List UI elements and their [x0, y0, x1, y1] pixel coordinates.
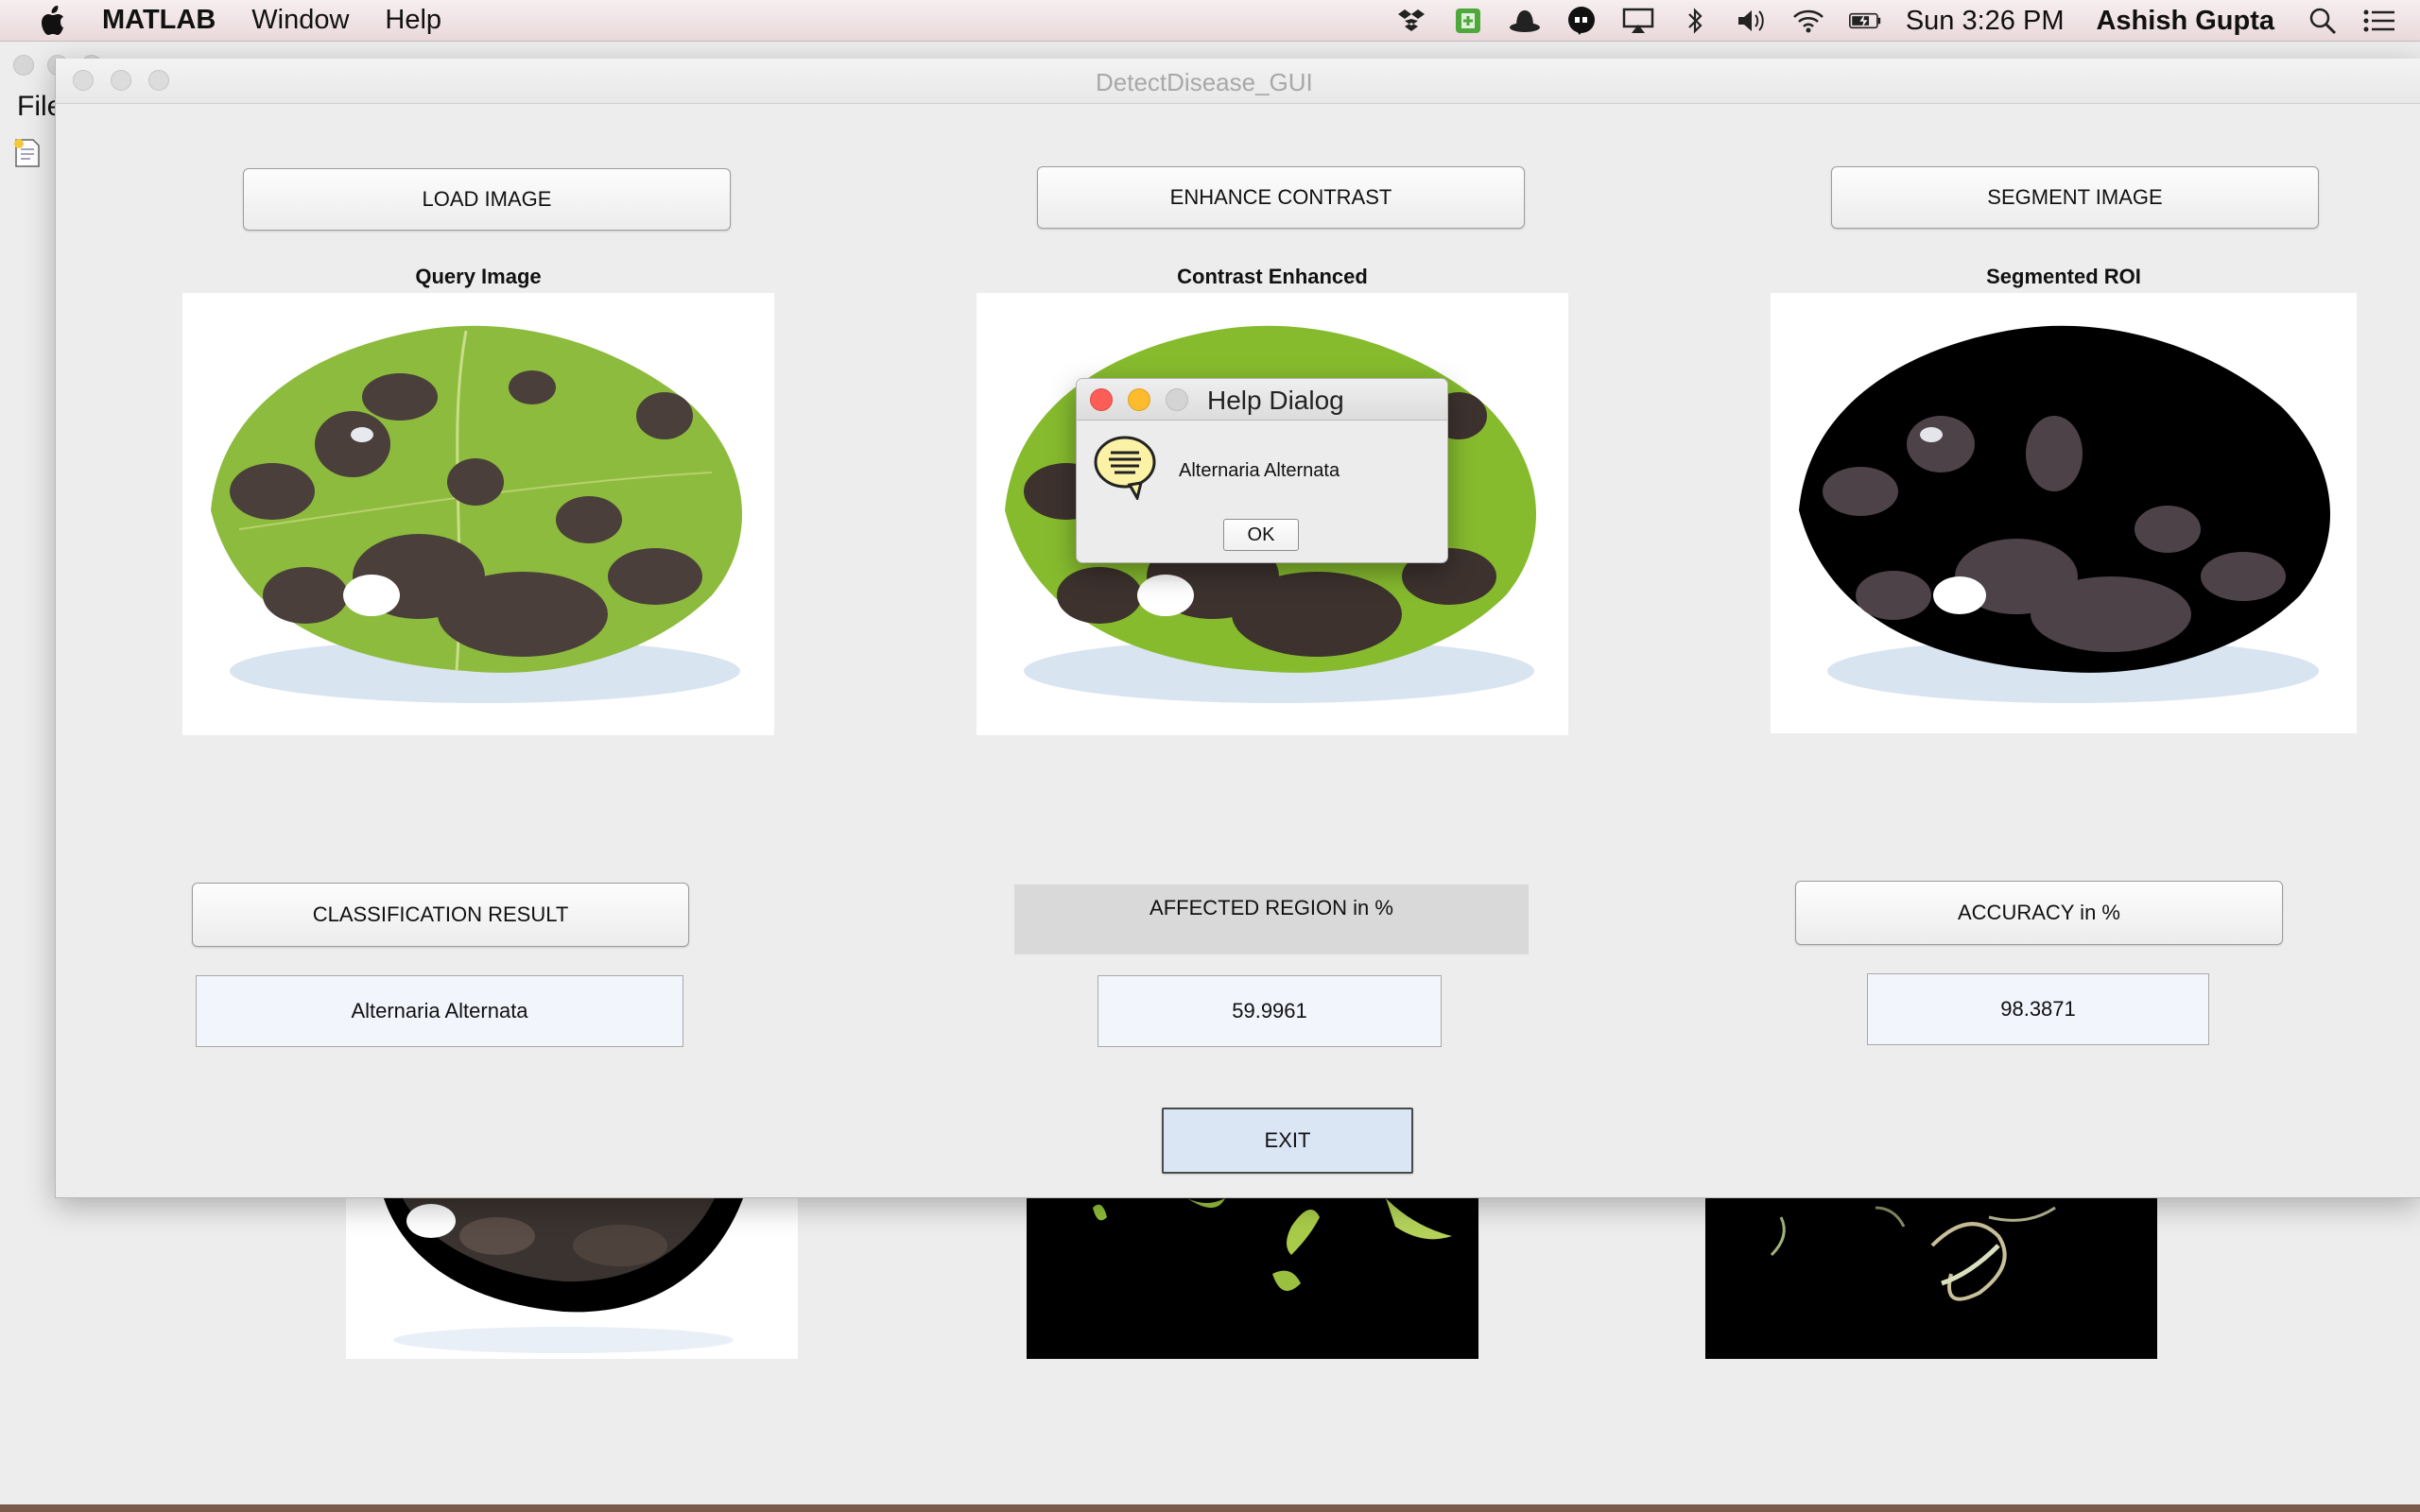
menu-window[interactable]: Window — [251, 5, 349, 36]
classification-result-button[interactable]: CLASSIFICATION RESULT — [192, 883, 689, 947]
accuracy-button[interactable]: ACCURACY in % — [1795, 881, 2283, 945]
exit-button[interactable]: EXIT — [1162, 1108, 1413, 1174]
minimize-button[interactable] — [111, 70, 131, 91]
segment-image-button[interactable]: SEGMENT IMAGE — [1831, 166, 2319, 229]
apple-icon[interactable] — [40, 5, 66, 36]
new-document-icon[interactable] — [13, 138, 42, 168]
quote-bubble-icon[interactable] — [1565, 6, 1598, 36]
dialog-titlebar[interactable]: Help Dialog — [1077, 379, 1447, 421]
help-speech-bubble-icon — [1094, 436, 1156, 500]
zoom-button[interactable] — [148, 70, 169, 91]
hat-icon[interactable] — [1509, 6, 1541, 36]
notification-center-icon[interactable] — [2363, 6, 2395, 36]
dialog-close-button[interactable] — [1090, 388, 1113, 411]
classification-output: Alternaria Alternata — [196, 975, 683, 1047]
query-leaf-image — [211, 325, 743, 703]
affected-region-output: 59.9961 — [1098, 975, 1442, 1047]
accuracy-output: 98.3871 — [1867, 973, 2209, 1045]
desktop-edge — [0, 1504, 2420, 1512]
segmented-leaf-image — [1799, 325, 2331, 703]
segmented-roi-panel — [1771, 293, 2357, 733]
detectdisease-gui-window: DetectDisease_GUI LOAD IMAGE ENHANCE CON… — [55, 59, 2420, 1198]
help-dialog: Help Dialog Alternaria Alternata OK — [1076, 378, 1448, 563]
battery-icon[interactable] — [1848, 6, 1881, 36]
background-healthy-region-thumbnail — [1027, 1198, 1478, 1359]
query-image-panel — [182, 293, 774, 735]
wifi-icon[interactable] — [1792, 6, 1824, 36]
airplay-icon[interactable] — [1622, 6, 1654, 36]
bluetooth-icon[interactable] — [1679, 6, 1711, 36]
ok-button[interactable]: OK — [1223, 519, 1299, 551]
contrast-enhanced-label: Contrast Enhanced — [1177, 265, 1368, 288]
window-controls — [73, 70, 169, 91]
menubar-user[interactable]: Ashish Gupta — [2096, 6, 2274, 37]
evernote-green-icon[interactable] — [1452, 6, 1484, 36]
window-title: DetectDisease_GUI — [1096, 68, 1313, 96]
background-edge-thumbnail — [1705, 1198, 2157, 1359]
dialog-title: Help Dialog — [1207, 386, 1344, 415]
dialog-minimize-button[interactable] — [1128, 388, 1150, 411]
dialog-zoom-button[interactable] — [1166, 388, 1188, 411]
segmented-roi-label: Segmented ROI — [1986, 265, 2141, 288]
menu-bar: MATLAB Window Help Sun 3:26 PM Ashish Gu… — [0, 0, 2420, 42]
menu-help[interactable]: Help — [385, 5, 441, 36]
enhance-contrast-button[interactable]: ENHANCE CONTRAST — [1037, 166, 1525, 229]
menu-app-matlab[interactable]: MATLAB — [102, 5, 216, 36]
close-button[interactable] — [73, 70, 94, 91]
load-image-button[interactable]: LOAD IMAGE — [243, 168, 731, 231]
query-image-label: Query Image — [415, 265, 542, 288]
volume-icon[interactable] — [1736, 6, 1768, 36]
gui-titlebar[interactable]: DetectDisease_GUI — [56, 59, 2420, 104]
menubar-clock[interactable]: Sun 3:26 PM — [1906, 6, 2065, 37]
background-leaf-thumbnail — [346, 1198, 798, 1359]
affected-region-label: AFFECTED REGION in % — [1014, 885, 1529, 954]
spotlight-search-icon[interactable] — [2307, 6, 2339, 36]
dropbox-icon[interactable] — [1395, 6, 1427, 36]
dialog-message: Alternaria Alternata — [1179, 460, 1340, 481]
